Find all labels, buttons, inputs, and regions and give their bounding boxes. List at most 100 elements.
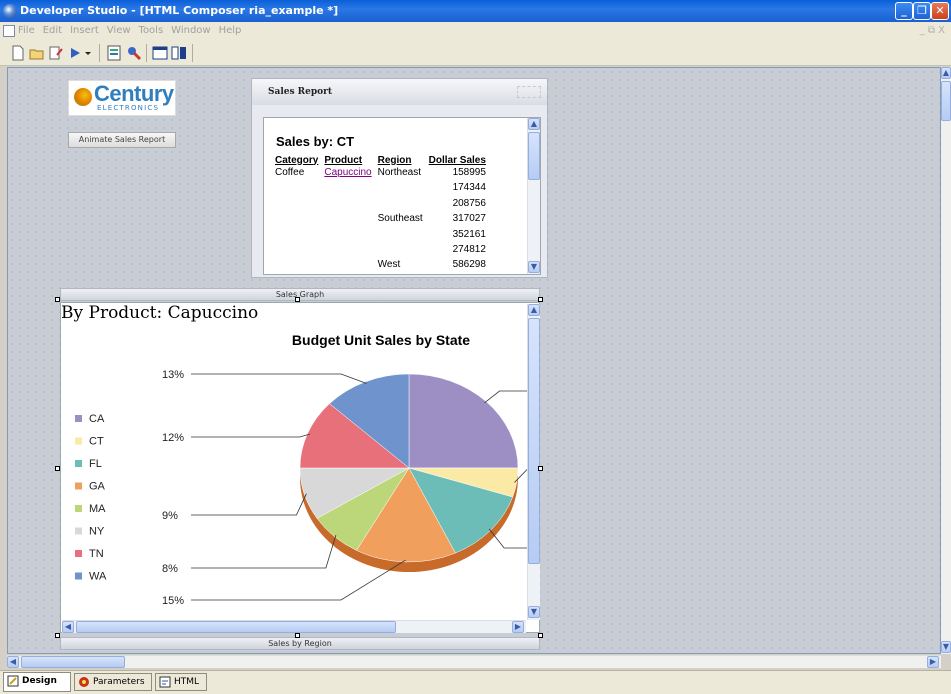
canvas-horizontal-scrollbar[interactable]: ◀ ▶ [7, 655, 941, 668]
table-cell [324, 182, 377, 197]
tab-parameters[interactable]: Parameters [74, 673, 152, 691]
run-dropdown-icon[interactable] [83, 45, 93, 61]
tab-html[interactable]: HTML [155, 673, 207, 691]
sales-graph-label: Sales Graph [60, 288, 540, 301]
scroll-down-icon[interactable]: ▼ [941, 641, 951, 653]
table-row: West 586298 [275, 259, 492, 274]
percent-label: 12% [162, 432, 184, 444]
edit-properties-icon[interactable] [48, 45, 64, 61]
table-cell: West [377, 259, 401, 271]
scroll-up-icon[interactable]: ▲ [941, 67, 951, 79]
scroll-up-icon[interactable]: ▲ [528, 304, 540, 316]
leader-line [191, 373, 367, 384]
document-icon[interactable] [3, 25, 15, 37]
maximize-button[interactable]: ❐ [913, 2, 931, 20]
table-cell[interactable]: Capuccino [324, 167, 377, 182]
mdi-controls[interactable]: _ ⧉ X [920, 22, 945, 40]
sales-graph-frame[interactable]: CA CT FL GA MA NY TN WA 13% 12% 9% 8% 15% By Product… [60, 302, 540, 633]
table-cell [275, 213, 324, 228]
table-cell: 274812 [452, 243, 486, 255]
resize-handle[interactable] [295, 633, 300, 638]
tab-label: HTML [174, 677, 200, 687]
table-cell [324, 259, 377, 274]
table-row: 208756 [275, 198, 492, 213]
scroll-thumb[interactable] [528, 132, 540, 180]
table-cell: Northeast [377, 167, 421, 178]
report-icon[interactable] [106, 45, 122, 61]
logo-swirl-icon [74, 88, 92, 106]
product-link[interactable]: Capuccino [324, 167, 371, 178]
graph-horizontal-scrollbar[interactable]: ◀ ▶ [62, 620, 526, 633]
resize-handle[interactable] [295, 297, 300, 302]
scroll-up-icon[interactable]: ▲ [528, 118, 540, 130]
table-cell: Southeast [377, 213, 423, 225]
sales-table: Category Product Region Dollar Sales Cof… [275, 153, 492, 274]
menu-insert[interactable]: Insert [70, 22, 99, 40]
graph-vertical-scrollbar[interactable]: ▲ ▼ [527, 304, 540, 620]
menu-file[interactable]: File [18, 22, 35, 40]
run-icon[interactable] [67, 45, 83, 61]
scroll-thumb[interactable] [76, 621, 396, 633]
resize-handle[interactable] [538, 633, 543, 638]
table-row: Coffee Capuccino Northeast 158995 [275, 167, 492, 182]
resize-handle[interactable] [55, 633, 60, 638]
scroll-down-icon[interactable]: ▼ [528, 261, 540, 273]
canvas-vertical-scrollbar[interactable]: ▲ ▼ [941, 67, 951, 654]
table-cell [324, 244, 377, 259]
menu-bar: File Edit Insert View Tools Window Help … [0, 22, 951, 40]
legend-swatch [75, 550, 82, 557]
menu-window[interactable]: Window [171, 22, 210, 40]
table-row: 274812 [275, 244, 492, 259]
toolbar [0, 40, 951, 66]
parameters-icon [79, 677, 89, 687]
scroll-left-icon[interactable]: ◀ [7, 656, 19, 668]
menu-view[interactable]: View [107, 22, 131, 40]
scroll-thumb[interactable] [941, 81, 951, 121]
developer-studio-window: Developer Studio - [HTML Composer ria_ex… [0, 0, 951, 694]
company-logo: Century ELECTRONICS [68, 80, 176, 116]
scroll-right-icon[interactable]: ▶ [927, 656, 939, 668]
sales-report-frame[interactable]: Sales Report Sales by: CT Category Produ… [251, 78, 548, 278]
table-cell [275, 259, 324, 274]
percent-label: 15% [162, 595, 184, 607]
legend-swatch [75, 527, 82, 535]
window-icon[interactable] [152, 45, 168, 61]
menu-help[interactable]: Help [219, 22, 242, 40]
resize-handle[interactable] [538, 297, 543, 302]
legend-label: TN [89, 548, 104, 560]
percent-label: 8% [162, 563, 178, 575]
close-button[interactable]: ✕ [931, 2, 949, 20]
scroll-down-icon[interactable]: ▼ [528, 606, 540, 618]
tools-icon[interactable] [126, 45, 142, 61]
pie-slice-ca [408, 373, 519, 469]
open-folder-icon[interactable] [29, 45, 45, 61]
animate-sales-report-button[interactable]: Animate Sales Report [68, 132, 176, 148]
table-cell: 208756 [452, 197, 486, 209]
scroll-thumb[interactable] [21, 656, 125, 668]
column-header: Dollar Sales [428, 154, 486, 166]
legend-swatch [75, 460, 82, 467]
resize-handle[interactable] [538, 466, 543, 471]
table-cell [275, 182, 324, 197]
report-vertical-scrollbar[interactable]: ▲ ▼ [527, 118, 540, 274]
menu-edit[interactable]: Edit [43, 22, 62, 40]
tab-design[interactable]: Design [3, 672, 71, 692]
table-cell: 317027 [452, 213, 486, 225]
design-canvas[interactable]: Century ELECTRONICS Animate Sales Report… [7, 67, 941, 654]
scroll-right-icon[interactable]: ▶ [512, 621, 524, 633]
new-file-icon[interactable] [10, 45, 26, 61]
leader-line [191, 433, 310, 438]
minimize-button[interactable]: _ [895, 2, 913, 20]
scroll-thumb[interactable] [528, 318, 540, 564]
legend-swatch [75, 572, 82, 580]
legend-label: FL [89, 458, 102, 470]
app-icon [3, 4, 17, 18]
menu-tools[interactable]: Tools [139, 22, 164, 40]
resize-handle[interactable] [55, 466, 60, 471]
table-cell [378, 244, 429, 259]
scroll-left-icon[interactable]: ◀ [62, 621, 74, 633]
table-cell: 352161 [452, 228, 486, 240]
split-window-icon[interactable] [171, 45, 187, 61]
resize-handle[interactable] [55, 297, 60, 302]
table-row: Southeast 317027 [275, 213, 492, 228]
